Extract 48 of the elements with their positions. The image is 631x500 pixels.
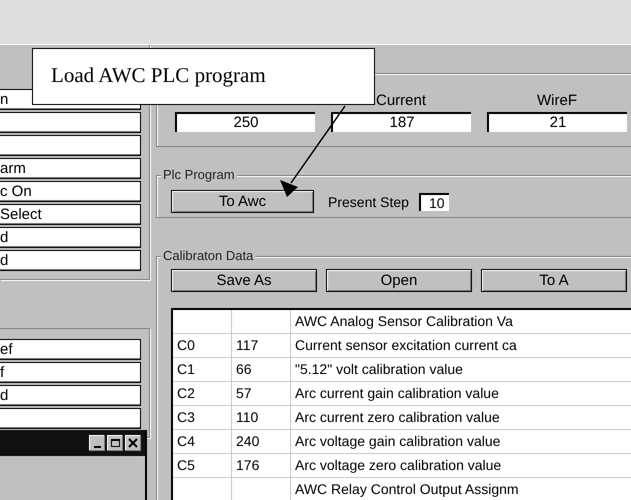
reading-field[interactable]: 250 [175,112,315,132]
table-cell: 66 [232,358,291,381]
table-cell: 176 [232,454,291,477]
text-field[interactable]: arm [0,158,141,179]
section-header: AWC Analog Sensor Calibration Va [294,312,514,331]
table-cell-text: Arc current gain calibration value [294,384,500,403]
text-field[interactable]: d [0,385,141,406]
table-cell: C5 [173,454,232,477]
reading-label: Current [376,92,426,111]
text-field[interactable] [0,112,141,133]
text-field[interactable]: Select [0,204,141,225]
table-cell: C3 [173,406,232,429]
toolbar-button[interactable]: Open [326,269,472,292]
table-cell-text: Current sensor excitation current ca [294,336,518,355]
callout-tooltip: Load AWC PLC program [32,48,375,105]
text-field[interactable] [0,408,141,429]
table-cell: 117 [232,334,291,357]
text-field[interactable]: f [0,362,141,383]
toolbar-button[interactable]: Save As [171,269,317,292]
minimize-icon[interactable] [89,435,105,451]
group-legend: Plc Program [161,167,237,182]
table-cell-text: Arc current zero calibration value [294,408,501,427]
step-label: Present Step [328,194,409,210]
text-field[interactable]: d [0,250,141,271]
step-field[interactable]: 10 [418,192,449,210]
group-legend: Calibraton Data [161,248,256,263]
text-field[interactable]: d [0,227,141,248]
to-awc-button[interactable]: To Awc [171,190,314,213]
close-icon[interactable] [125,435,141,451]
table-cell: C2 [173,382,232,405]
table-cell: 57 [232,382,291,405]
reading-field[interactable]: 21 [487,112,627,132]
toolbar-button[interactable]: To A [481,269,627,292]
maximize-icon[interactable] [107,435,123,451]
text-field[interactable]: ef [0,339,141,360]
reading-field[interactable]: 187 [331,112,471,132]
table-cell-text: "5.12" volt calibration value [294,360,464,379]
table-cell-text: Arc voltage gain calibration value [294,432,502,451]
section-header: AWC Relay Control Output Assignm [294,480,520,499]
reading-label: WireF [537,92,577,111]
table-cell-text: Arc voltage zero calibration value [294,456,502,475]
table-cell: 240 [232,430,291,453]
table-cell: C0 [173,334,232,357]
table-cell: C4 [173,430,232,453]
text-field[interactable]: c On [0,181,141,202]
table-cell: C1 [173,358,232,381]
text-field[interactable] [0,135,141,156]
table-cell: 110 [232,406,291,429]
